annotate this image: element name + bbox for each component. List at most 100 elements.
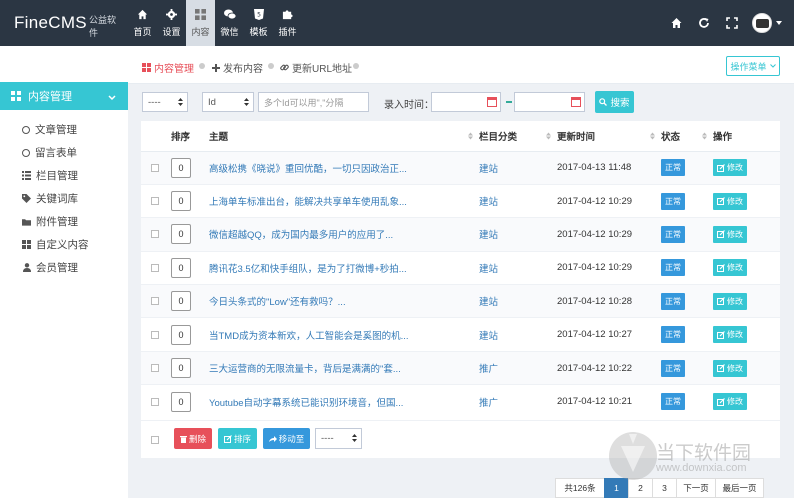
sidebar-section-header[interactable]: 内容管理: [0, 82, 128, 110]
category-link[interactable]: 建站: [479, 297, 498, 308]
edit-button[interactable]: 修改: [713, 225, 747, 243]
page-1[interactable]: 1: [604, 478, 629, 498]
keyword-input[interactable]: 多个Id可以用","分隔: [258, 92, 369, 112]
sidebar-item-custom[interactable]: 自定义内容: [0, 233, 128, 256]
bulk-sort-button[interactable]: 排序: [218, 428, 257, 449]
article-title-link[interactable]: 腾讯花3.5亿和快手组队，是为了打微博+秒拍...: [209, 264, 407, 275]
edit-button[interactable]: 修改: [713, 192, 747, 210]
next-page[interactable]: 下一页: [676, 478, 716, 498]
last-page[interactable]: 最后一页: [715, 478, 764, 498]
row-checkbox[interactable]: [151, 163, 159, 172]
sort-order-input[interactable]: 0: [171, 391, 191, 412]
edit-button[interactable]: 修改: [713, 259, 747, 277]
sidebar-item-forms[interactable]: 留言表单: [0, 141, 128, 164]
row-checkbox[interactable]: [151, 230, 159, 239]
article-title-link[interactable]: Youtube自动字幕系统已能识别环境音，但国...: [209, 398, 403, 409]
row-status-cell: 正常: [661, 317, 713, 352]
sort-order-input[interactable]: 0: [171, 224, 191, 245]
sort-order-input[interactable]: 0: [171, 291, 191, 312]
sort-order-input[interactable]: 0: [171, 358, 191, 379]
home-icon[interactable]: [662, 0, 690, 46]
calendar-icon[interactable]: [571, 97, 581, 107]
column-header-sort: 排序: [171, 121, 209, 152]
row-checkbox[interactable]: [151, 263, 159, 272]
circle-icon: [22, 148, 30, 157]
edit-button[interactable]: 修改: [713, 326, 747, 344]
nav-wechat[interactable]: 微信: [215, 0, 244, 46]
start-date-input[interactable]: [431, 92, 501, 112]
sidebar-item-attachments[interactable]: 附件管理: [0, 210, 128, 233]
operations-menu-button[interactable]: 操作菜单: [726, 56, 780, 76]
column-header-updated[interactable]: 更新时间: [557, 121, 661, 152]
tab-publish[interactable]: 发布内容: [212, 60, 263, 75]
page-2[interactable]: 2: [628, 478, 653, 498]
edit-button[interactable]: 修改: [713, 292, 747, 310]
updown-icon: [352, 434, 357, 442]
bulk-move-button[interactable]: 移动至: [263, 428, 310, 449]
sort-order-input[interactable]: 0: [171, 324, 191, 345]
search-field-select[interactable]: Id: [202, 92, 254, 112]
sort-order-input[interactable]: 0: [171, 257, 191, 278]
row-checkbox[interactable]: [151, 364, 159, 373]
gear-icon: [166, 9, 178, 21]
row-checkbox[interactable]: [151, 330, 159, 339]
row-actions-cell: 修改: [713, 183, 780, 218]
sidebar-item-keywords[interactable]: 关键词库: [0, 187, 128, 210]
row-checkbox[interactable]: [151, 297, 159, 306]
tab-content-manage[interactable]: 内容管理: [142, 60, 194, 75]
end-date-input[interactable]: [514, 92, 585, 112]
edit-button[interactable]: 修改: [713, 393, 747, 411]
article-title-link[interactable]: 当TMD成为资本新欢，人工智能会是奚图的机...: [209, 331, 409, 342]
category-link[interactable]: 推广: [479, 398, 498, 409]
logo[interactable]: FineCMS 公益软件: [14, 0, 124, 46]
sort-order-input[interactable]: 0: [171, 157, 191, 178]
category-link[interactable]: 建站: [479, 230, 498, 241]
operations-menu-label: 操作菜单: [730, 61, 767, 72]
select-all-checkbox[interactable]: [151, 436, 159, 444]
tab-update-url[interactable]: 更新URL地址: [280, 60, 352, 75]
nav-home[interactable]: 首页: [128, 0, 157, 46]
sidebar-item-articles[interactable]: 文章管理: [0, 118, 128, 141]
page-3[interactable]: 3: [652, 478, 677, 498]
avatar[interactable]: [752, 13, 772, 33]
refresh-icon[interactable]: [690, 0, 718, 46]
move-target-select[interactable]: ----: [315, 428, 362, 449]
nav-content[interactable]: 内容: [186, 0, 215, 46]
article-title-link[interactable]: 三大运营商的无限流量卡，背后是满满的"套...: [209, 364, 401, 375]
article-title-link[interactable]: 高级松携《晓说》重回优酷，一切只因政治正...: [209, 164, 407, 175]
article-title-link[interactable]: 今日头条式的"Low"还有救吗？...: [209, 297, 346, 308]
column-header-status[interactable]: 状态: [661, 121, 713, 152]
edit-button[interactable]: 修改: [713, 359, 747, 377]
row-actions-cell: 修改: [713, 250, 780, 285]
nav-settings[interactable]: 设置: [157, 0, 186, 46]
nav-label: 首页: [133, 26, 152, 37]
column-header-category[interactable]: 栏目分类: [479, 121, 557, 152]
column-header-title[interactable]: 主题: [209, 121, 479, 152]
calendar-icon[interactable]: [487, 97, 497, 107]
updown-icon: [244, 98, 249, 106]
nav-template[interactable]: 5 模板: [244, 0, 273, 46]
category-link[interactable]: 推广: [479, 364, 498, 375]
edit-icon: [717, 163, 725, 172]
search-field-value: Id: [208, 96, 216, 108]
chevron-down-icon[interactable]: [776, 21, 782, 25]
nav-plugins[interactable]: 插件: [273, 0, 302, 46]
row-checkbox[interactable]: [151, 197, 159, 206]
category-link[interactable]: 建站: [479, 164, 498, 175]
sidebar-item-members[interactable]: 会员管理: [0, 256, 128, 279]
category-link[interactable]: 建站: [479, 264, 498, 275]
fullscreen-icon[interactable]: [718, 0, 746, 46]
bulk-delete-button[interactable]: 删除: [174, 428, 212, 449]
sidebar-item-categories[interactable]: 栏目管理: [0, 164, 128, 187]
search-button[interactable]: 搜索: [595, 91, 634, 113]
edit-button[interactable]: 修改: [713, 159, 747, 177]
article-title-link[interactable]: 上海单车标准出台，能解决共享单车使用乱象...: [209, 197, 407, 208]
row-checkbox[interactable]: [151, 397, 159, 406]
edit-icon: [717, 397, 725, 406]
category-link[interactable]: 建站: [479, 197, 498, 208]
field-select[interactable]: ----: [142, 92, 188, 112]
sort-order-input[interactable]: 0: [171, 191, 191, 212]
breadcrumb-label: 更新URL地址: [292, 64, 353, 75]
category-link[interactable]: 建站: [479, 331, 498, 342]
article-title-link[interactable]: 微信超越QQ，成为国内最多用户的应用了...: [209, 230, 393, 241]
